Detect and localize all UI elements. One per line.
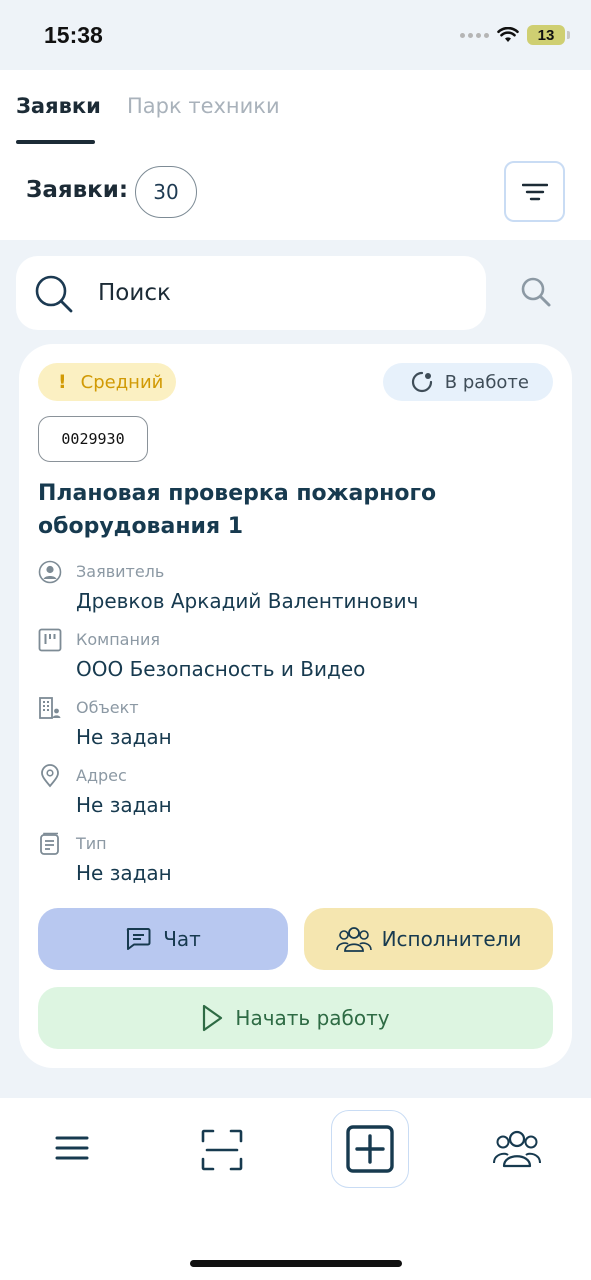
field-object: Объект Не задан	[38, 696, 558, 756]
field-value: Не задан	[76, 725, 172, 749]
priority-label: Средний	[80, 371, 164, 393]
battery-icon: 13	[527, 25, 570, 45]
company-icon	[38, 628, 62, 652]
bottom-navigation	[0, 1098, 591, 1280]
header-panel: Заявки Парк техники Заявки: 30	[0, 70, 591, 240]
start-work-button[interactable]: Начать работу	[38, 987, 553, 1049]
nav-scan-button[interactable]	[200, 1128, 244, 1172]
search-icon	[35, 275, 73, 313]
field-label: Компания	[76, 630, 160, 649]
cellular-signal-icon	[460, 32, 489, 38]
users-group-icon	[493, 1130, 541, 1168]
search-input[interactable]: Поиск	[16, 256, 486, 330]
tab-requests[interactable]: Заявки	[16, 94, 101, 118]
filter-icon	[521, 183, 548, 200]
field-label: Заявитель	[76, 562, 165, 581]
field-value: Не задан	[76, 861, 172, 885]
priority-alert-icon: !	[58, 371, 67, 393]
priority-badge: ! Средний	[38, 363, 177, 401]
request-title: Плановая проверка пожарного оборудования…	[38, 481, 437, 539]
active-tab-indicator	[16, 140, 95, 144]
nav-add-button[interactable]	[331, 1110, 409, 1188]
in-progress-icon	[411, 371, 432, 393]
request-card[interactable]: ! Средний В работе 0029930 Плановая пров…	[19, 344, 572, 1068]
status-label: В работе	[444, 371, 529, 393]
status-time: 15:38	[44, 22, 103, 48]
user-circle-icon	[38, 560, 62, 584]
play-icon	[203, 1004, 223, 1032]
tab-equipment-park[interactable]: Парк техники	[127, 94, 280, 118]
requests-count-label: Заявки:	[26, 177, 129, 203]
document-type-icon	[40, 832, 59, 855]
field-value: ООО Безопасность и Видео	[76, 657, 366, 681]
field-value: Древков Аркадий Валентинович	[76, 589, 419, 613]
add-square-icon	[346, 1125, 394, 1173]
field-type: Тип Не задан	[38, 832, 558, 892]
location-pin-icon	[41, 764, 59, 788]
requests-count-badge: 30	[135, 166, 197, 218]
status-bar: 15:38 13	[0, 0, 591, 70]
building-icon	[39, 697, 61, 719]
nav-users-button[interactable]	[491, 1126, 543, 1170]
request-id: 0029930	[38, 416, 148, 462]
scan-icon	[201, 1129, 243, 1171]
field-label: Объект	[76, 698, 139, 717]
field-value: Не задан	[76, 793, 172, 817]
field-applicant: Заявитель Древков Аркадий Валентинович	[38, 560, 558, 620]
field-label: Тип	[76, 834, 107, 853]
executors-button-label: Исполнители	[381, 927, 522, 951]
search-placeholder: Поиск	[98, 280, 171, 306]
field-address: Адрес Не задан	[38, 764, 558, 824]
field-label: Адрес	[76, 766, 127, 785]
home-indicator	[190, 1260, 402, 1267]
filter-button[interactable]	[504, 161, 565, 222]
status-badge: В работе	[382, 363, 553, 401]
nav-menu-button[interactable]	[52, 1128, 92, 1168]
status-icons: 13	[460, 25, 570, 45]
field-company: Компания ООО Безопасность и Видео	[38, 628, 558, 688]
menu-icon	[55, 1136, 89, 1160]
chat-button[interactable]: Чат	[38, 908, 288, 970]
search-button[interactable]	[520, 276, 552, 312]
users-group-icon	[335, 927, 372, 952]
chat-button-label: Чат	[163, 927, 201, 951]
wifi-icon	[497, 27, 519, 42]
chat-icon	[126, 928, 151, 950]
start-work-button-label: Начать работу	[235, 1006, 390, 1030]
search-icon	[521, 277, 551, 307]
executors-button[interactable]: Исполнители	[304, 908, 553, 970]
